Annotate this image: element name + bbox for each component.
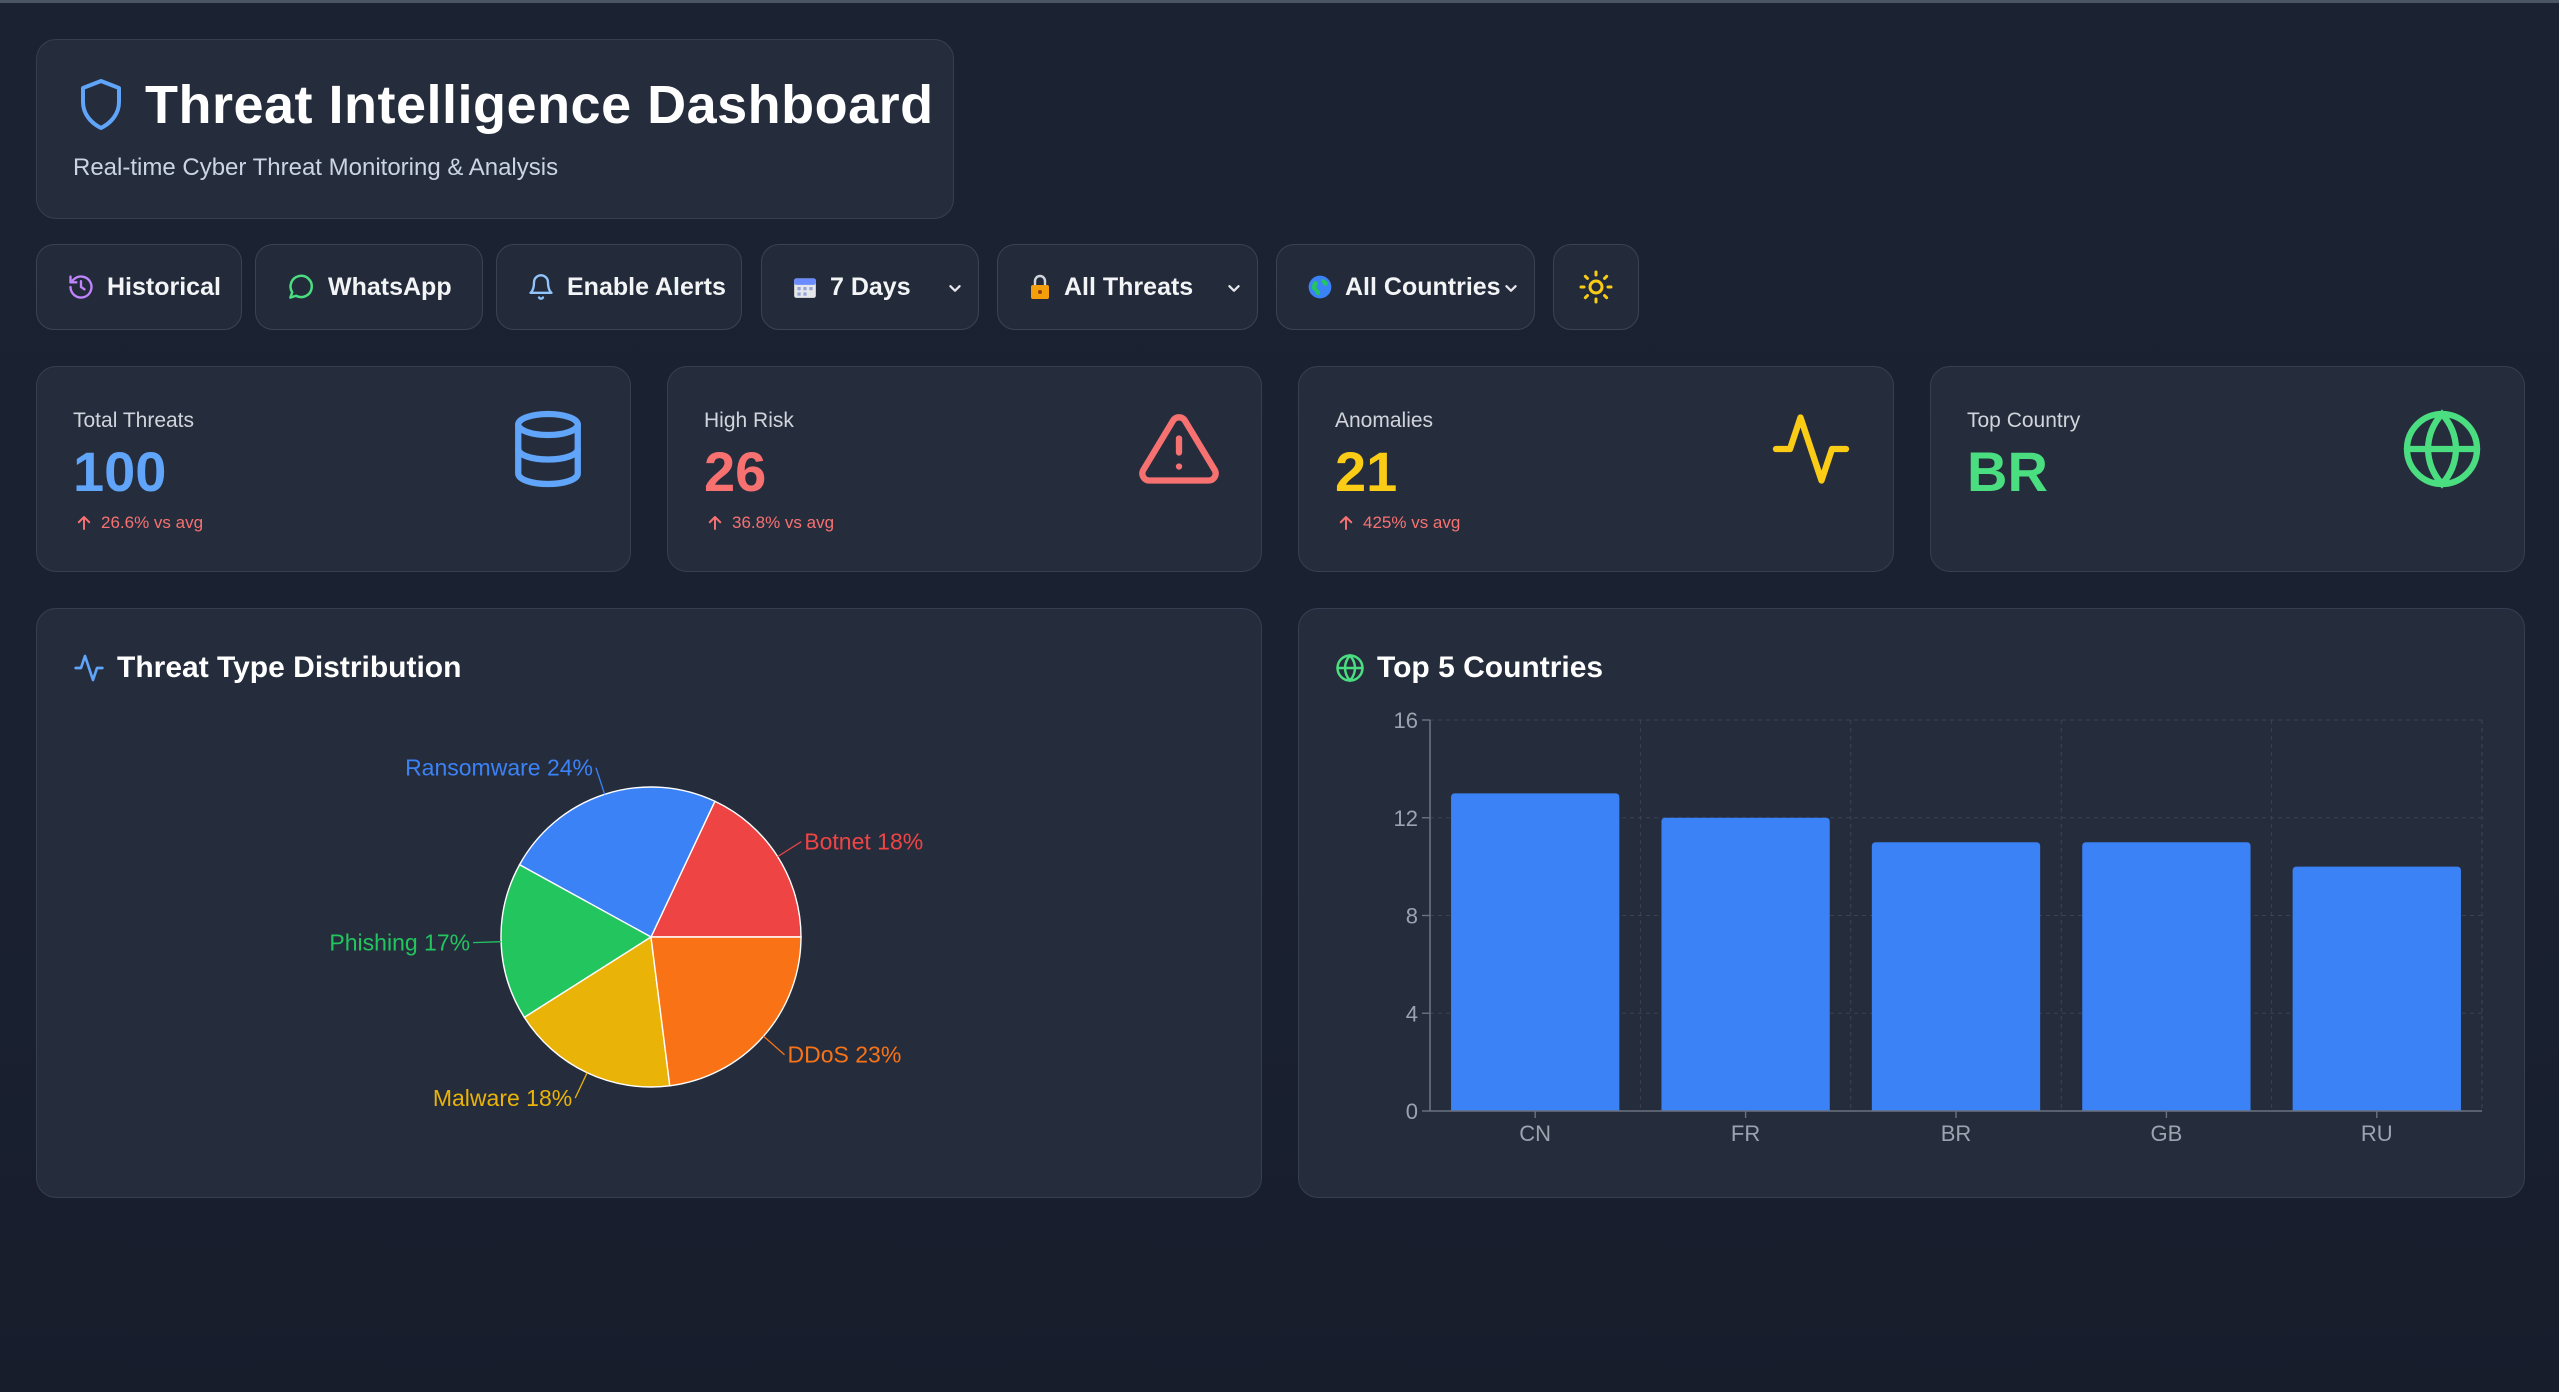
arrow-up-icon bbox=[77, 516, 91, 530]
enable-alerts-label: Enable Alerts bbox=[567, 272, 726, 301]
y-tick-label: 12 bbox=[1394, 806, 1418, 831]
arrow-up-icon bbox=[1339, 516, 1353, 530]
stat-trend: 425% vs avg bbox=[1337, 513, 1460, 533]
bell-icon bbox=[529, 274, 553, 300]
stat-trend-text: 36.8% vs avg bbox=[732, 513, 835, 532]
bar-gb bbox=[2082, 842, 2251, 1111]
stat-card-top-country: Top Country BR bbox=[1930, 366, 2525, 572]
pie-label-line bbox=[777, 841, 802, 858]
stat-value: 100 bbox=[73, 440, 167, 503]
pie-label-line bbox=[595, 767, 606, 795]
country-select[interactable]: All Countries bbox=[1276, 244, 1535, 330]
enable-alerts-button[interactable]: Enable Alerts bbox=[496, 244, 742, 330]
chevron-down-icon bbox=[1505, 285, 1517, 292]
chevron-down-icon bbox=[1228, 285, 1240, 292]
title-row: Threat Intelligence Dashboard bbox=[77, 74, 934, 136]
stat-card-high-risk: High Risk 26 36.8% vs avg bbox=[667, 366, 1262, 572]
bar-cn bbox=[1451, 793, 1620, 1111]
top-countries-card: Top 5 Countries 0 4 8 12 16 CN FR BR GB RU bbox=[1298, 608, 2525, 1198]
chevron-down-icon bbox=[949, 285, 961, 292]
y-tick-label: 0 bbox=[1406, 1099, 1418, 1124]
shield-icon bbox=[81, 79, 121, 130]
stat-card-anomalies: Anomalies 21 425% vs avg bbox=[1298, 366, 1894, 572]
activity-icon bbox=[1772, 414, 1850, 484]
pie-label-line bbox=[473, 941, 502, 944]
window-top-border bbox=[0, 0, 2559, 3]
pie-slice-label: DDoS 23% bbox=[788, 1042, 902, 1068]
x-tick-label: RU bbox=[2361, 1121, 2393, 1146]
globe-icon bbox=[2403, 409, 2481, 489]
y-tick-label: 4 bbox=[1406, 1001, 1418, 1026]
pie-slice-label: Malware 18% bbox=[433, 1085, 572, 1111]
history-icon bbox=[69, 275, 93, 299]
bar-br bbox=[1871, 842, 2041, 1111]
stat-trend: 26.6% vs avg bbox=[75, 513, 203, 533]
calendar-icon bbox=[794, 278, 816, 298]
threat-type-value: All Threats bbox=[1064, 272, 1194, 301]
stat-label: High Risk bbox=[704, 409, 794, 432]
historical-button[interactable]: Historical bbox=[36, 244, 242, 330]
lock-icon bbox=[1031, 274, 1049, 299]
sun-icon bbox=[1579, 270, 1613, 304]
stat-trend: 36.8% vs avg bbox=[706, 513, 834, 533]
page-title: Threat Intelligence Dashboard bbox=[145, 75, 934, 135]
stat-value: 26 bbox=[704, 440, 767, 503]
y-tick-label: 16 bbox=[1394, 708, 1418, 733]
pie-slice-ddos bbox=[650, 936, 802, 1087]
whatsapp-chat-icon bbox=[289, 274, 314, 299]
y-tick-label: 8 bbox=[1406, 904, 1418, 929]
theme-toggle-button[interactable] bbox=[1553, 244, 1639, 330]
pie-label-line bbox=[763, 1035, 785, 1056]
x-tick-label: CN bbox=[1519, 1121, 1551, 1146]
database-icon bbox=[515, 410, 581, 488]
stat-label: Total Threats bbox=[73, 409, 195, 432]
header-card: Threat Intelligence Dashboard Real-time … bbox=[36, 39, 954, 219]
threat-type-select[interactable]: All Threats bbox=[997, 244, 1258, 330]
x-tick-label: GB bbox=[2151, 1121, 2183, 1146]
date-range-select[interactable]: 7 Days bbox=[761, 244, 979, 330]
bar-chart: 0 4 8 12 16 CN FR BR GB RU bbox=[1394, 708, 2483, 1146]
warning-triangle-icon bbox=[1139, 414, 1219, 484]
pie-label-line bbox=[574, 1072, 588, 1099]
whatsapp-button[interactable]: WhatsApp bbox=[255, 244, 483, 330]
pie-slice-label: Botnet 18% bbox=[804, 829, 923, 855]
arrow-up-icon bbox=[708, 516, 722, 530]
pie-chart: Botnet 18% Ransomware 24% Phishing 17% Malw… bbox=[329, 755, 923, 1111]
globe-emoji-icon bbox=[1308, 275, 1332, 299]
stat-label: Anomalies bbox=[1335, 409, 1434, 432]
country-value: All Countries bbox=[1345, 272, 1501, 301]
stat-value: 21 bbox=[1335, 440, 1398, 503]
stat-card-total-threats: Total Threats 100 26.6% vs avg bbox=[36, 366, 631, 572]
bar-ru bbox=[2292, 866, 2461, 1111]
page-subtitle: Real-time Cyber Threat Monitoring & Anal… bbox=[73, 154, 559, 181]
stat-trend-text: 26.6% vs avg bbox=[101, 513, 204, 532]
date-range-value: 7 Days bbox=[830, 272, 911, 301]
x-tick-label: FR bbox=[1731, 1121, 1760, 1146]
historical-label: Historical bbox=[107, 272, 221, 301]
stat-value: BR bbox=[1967, 440, 2048, 503]
x-tick-label: BR bbox=[1941, 1121, 1972, 1146]
bar-fr bbox=[1661, 817, 1830, 1111]
pie-slice-label: Phishing 17% bbox=[329, 930, 470, 956]
stat-trend-text: 425% vs avg bbox=[1363, 513, 1461, 532]
stat-label: Top Country bbox=[1967, 409, 2081, 432]
whatsapp-label: WhatsApp bbox=[328, 272, 452, 301]
pie-slice-label: Ransomware 24% bbox=[405, 755, 593, 781]
threat-distribution-card: Threat Type Distribution Botnet 18% Ranso… bbox=[36, 608, 1262, 1198]
